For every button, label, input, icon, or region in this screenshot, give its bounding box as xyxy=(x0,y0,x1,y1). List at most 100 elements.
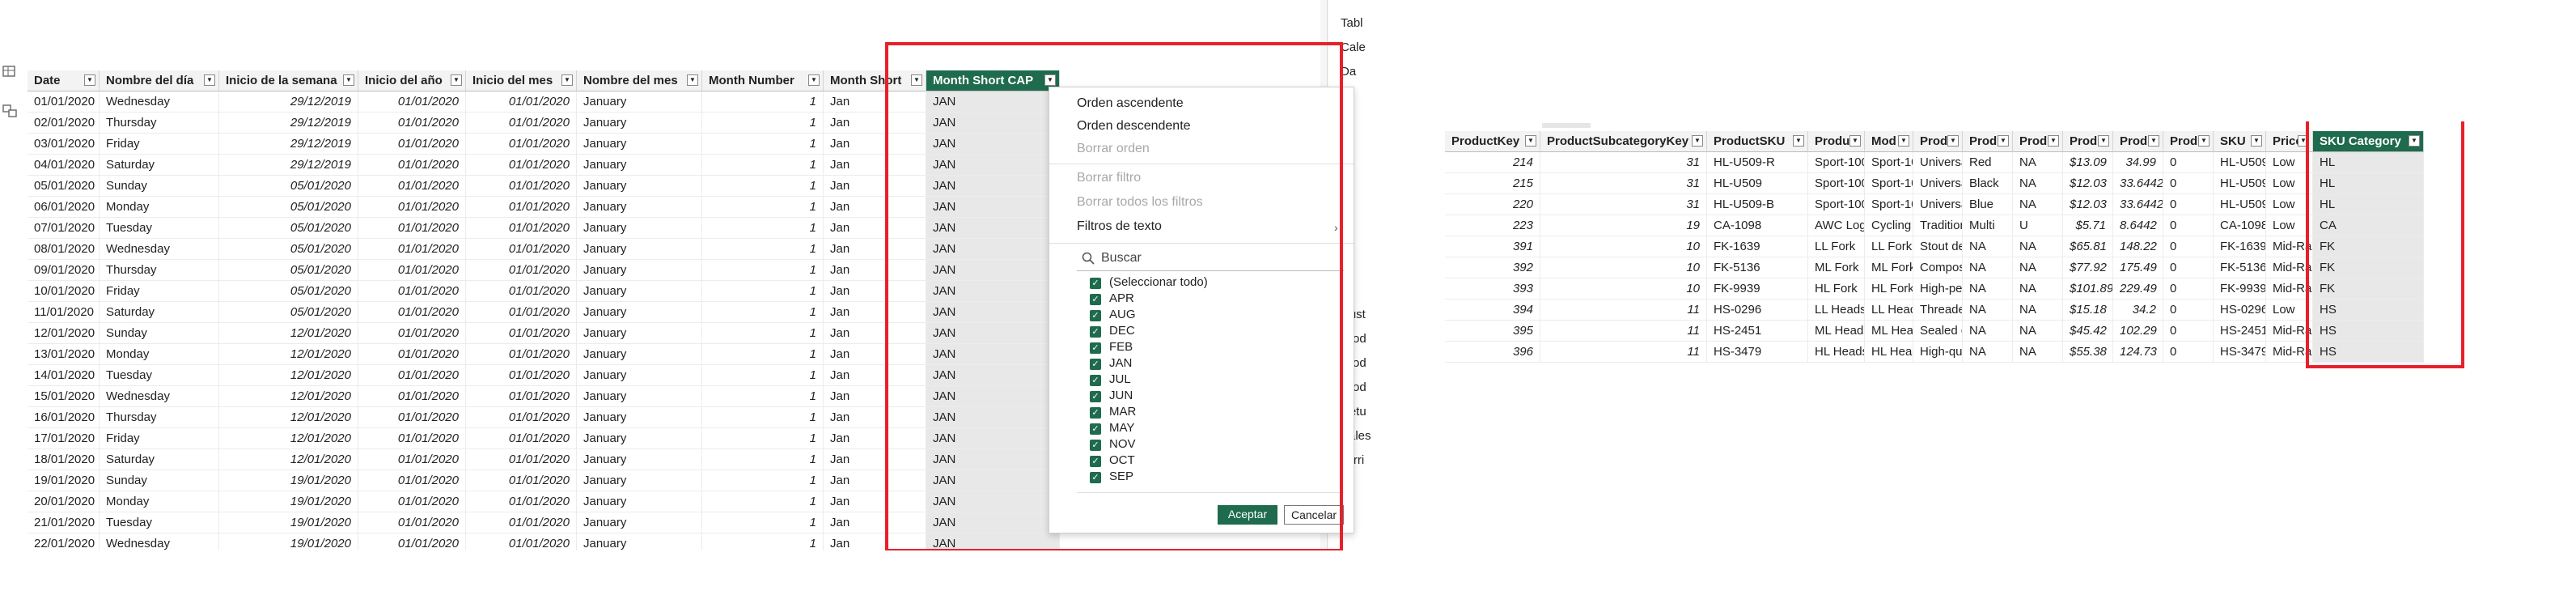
chevron-down-icon[interactable]: ▼ xyxy=(84,74,95,86)
table-cell[interactable]: 124.73 xyxy=(2113,342,2163,363)
table-cell[interactable]: 1 xyxy=(702,91,824,113)
table-cell[interactable]: Mid-Ra xyxy=(2266,278,2313,300)
filter-option-label[interactable]: AUG xyxy=(1109,308,1136,321)
table-cell[interactable]: Sport-100 xyxy=(1808,173,1865,194)
column-header[interactable]: Month Short CAP ▼ xyxy=(926,70,1060,91)
table-cell[interactable]: Jan xyxy=(824,533,926,550)
checkbox-checked-icon[interactable]: ✓ xyxy=(1090,391,1101,402)
table-cell[interactable]: $65.81 xyxy=(2063,236,2113,257)
table-cell[interactable]: 0 xyxy=(2163,257,2214,278)
table-cell[interactable]: Jan xyxy=(824,323,926,344)
table-cell[interactable]: JAN xyxy=(926,218,1060,239)
table-cell[interactable]: Mid-Ra xyxy=(2266,321,2313,342)
filter-option-label[interactable]: DEC xyxy=(1109,324,1135,338)
table-cell[interactable]: 12/01/2020 xyxy=(219,344,358,365)
filter-option-label[interactable]: (Seleccionar todo) xyxy=(1109,275,1208,289)
table-cell[interactable]: 04/01/2020 xyxy=(28,155,100,176)
table-cell[interactable]: Mid-Ra xyxy=(2266,257,2313,278)
table-cell[interactable]: Universa xyxy=(1913,152,1963,173)
table-cell[interactable]: Wednesday xyxy=(100,533,219,550)
clear-filter-item[interactable]: Borrar filtro xyxy=(1049,167,1354,189)
table-cell[interactable]: 1 xyxy=(702,239,824,260)
table-cell[interactable]: FK xyxy=(2313,278,2424,300)
table-cell[interactable]: 05/01/2020 xyxy=(219,176,358,197)
table-cell[interactable]: LL Heads xyxy=(1808,300,1865,321)
chevron-down-icon[interactable]: ▼ xyxy=(687,74,698,86)
table-cell[interactable]: 12/01/2020 xyxy=(219,407,358,428)
table-cell[interactable]: 229.49 xyxy=(2113,278,2163,300)
table-cell[interactable]: January xyxy=(577,197,702,218)
table-cell[interactable]: Sport-10 xyxy=(1865,152,1913,173)
checkbox-checked-icon[interactable]: ✓ xyxy=(1090,294,1101,305)
table-cell[interactable]: NA xyxy=(2013,194,2063,215)
table-cell[interactable]: 01/01/2020 xyxy=(358,218,466,239)
table-cell[interactable]: 394 xyxy=(1445,300,1540,321)
table-cell[interactable]: HL Head xyxy=(1865,342,1913,363)
table-cell[interactable]: Thursday xyxy=(100,113,219,134)
field-list-item[interactable]: Cale xyxy=(1341,40,1366,54)
table-cell[interactable]: 01/01/2020 xyxy=(466,218,577,239)
column-header[interactable]: Prod ▼ xyxy=(2013,131,2063,152)
table-cell[interactable]: $12.03 xyxy=(2063,173,2113,194)
table-cell[interactable]: Universa xyxy=(1913,194,1963,215)
table-cell[interactable]: January xyxy=(577,428,702,449)
table-cell[interactable]: 01/01/2020 xyxy=(466,91,577,113)
chevron-down-icon[interactable]: ▼ xyxy=(1849,135,1861,147)
filter-option-label[interactable]: JUL xyxy=(1109,372,1131,386)
table-cell[interactable]: 01/01/2020 xyxy=(358,533,466,550)
table-cell[interactable]: 01/01/2020 xyxy=(466,239,577,260)
table-cell[interactable]: NA xyxy=(1963,236,2013,257)
sort-ascending-item[interactable]: Orden ascendente xyxy=(1049,92,1354,115)
table-cell[interactable]: 1 xyxy=(702,260,824,281)
table-cell[interactable]: 11/01/2020 xyxy=(28,302,100,323)
table-cell[interactable]: Sealed c xyxy=(1913,321,1963,342)
table-cell[interactable]: Tuesday xyxy=(100,218,219,239)
table-cell[interactable]: 01/01/2020 xyxy=(358,344,466,365)
table-cell[interactable]: January xyxy=(577,281,702,302)
table-cell[interactable]: 21/01/2020 xyxy=(28,512,100,533)
table-cell[interactable]: HS-0296 xyxy=(2214,300,2266,321)
chevron-down-icon[interactable]: ▼ xyxy=(1525,135,1536,147)
table-cell[interactable]: 01/01/2020 xyxy=(358,176,466,197)
table-cell[interactable]: 148.22 xyxy=(2113,236,2163,257)
table-cell[interactable]: High-pe xyxy=(1913,278,1963,300)
table-cell[interactable]: 102.29 xyxy=(2113,321,2163,342)
table-cell[interactable]: JAN xyxy=(926,176,1060,197)
table-cell[interactable]: January xyxy=(577,134,702,155)
table-cell[interactable]: FK-5136 xyxy=(1707,257,1808,278)
table-cell[interactable]: Friday xyxy=(100,281,219,302)
table-cell[interactable]: NA xyxy=(2013,257,2063,278)
table-cell[interactable]: January xyxy=(577,260,702,281)
table-cell[interactable]: HL-U509 xyxy=(1707,173,1808,194)
checkbox-checked-icon[interactable]: ✓ xyxy=(1090,407,1101,419)
table-cell[interactable]: 0 xyxy=(2163,152,2214,173)
table-cell[interactable]: JAN xyxy=(926,197,1060,218)
table-cell[interactable]: 01/01/2020 xyxy=(358,365,466,386)
table-cell[interactable]: HL-U509 xyxy=(2214,152,2266,173)
filter-option-label[interactable]: APR xyxy=(1109,291,1134,305)
accept-button[interactable]: Aceptar xyxy=(1218,505,1277,525)
table-cell[interactable]: HS-3479 xyxy=(2214,342,2266,363)
chevron-down-icon[interactable]: ▼ xyxy=(204,74,215,86)
table-cell[interactable]: Jan xyxy=(824,260,926,281)
table-cell[interactable]: 1 xyxy=(702,533,824,550)
column-header[interactable]: Month Short ▼ xyxy=(824,70,926,91)
model-view-icon[interactable] xyxy=(2,104,18,118)
table-cell[interactable]: Jan xyxy=(824,113,926,134)
table-cell[interactable]: 18/01/2020 xyxy=(28,449,100,470)
table-cell[interactable]: January xyxy=(577,155,702,176)
chevron-down-icon[interactable]: ▼ xyxy=(1898,135,1909,147)
table-cell[interactable]: Monday xyxy=(100,344,219,365)
filter-option-label[interactable]: MAY xyxy=(1109,421,1134,435)
table-cell[interactable]: 05/01/2020 xyxy=(219,260,358,281)
table-cell[interactable]: 1 xyxy=(702,281,824,302)
sort-descending-item[interactable]: Orden descendente xyxy=(1049,115,1354,138)
table-cell[interactable]: 01/01/2020 xyxy=(466,323,577,344)
column-header[interactable]: Produ ▼ xyxy=(1808,131,1865,152)
chevron-down-icon[interactable]: ▼ xyxy=(2298,135,2309,147)
table-cell[interactable]: HS-0296 xyxy=(1707,300,1808,321)
filter-option-label[interactable]: FEB xyxy=(1109,340,1133,354)
checkbox-checked-icon[interactable]: ✓ xyxy=(1090,359,1101,370)
table-cell[interactable]: HL xyxy=(2313,152,2424,173)
table-cell[interactable]: 12/01/2020 xyxy=(219,386,358,407)
